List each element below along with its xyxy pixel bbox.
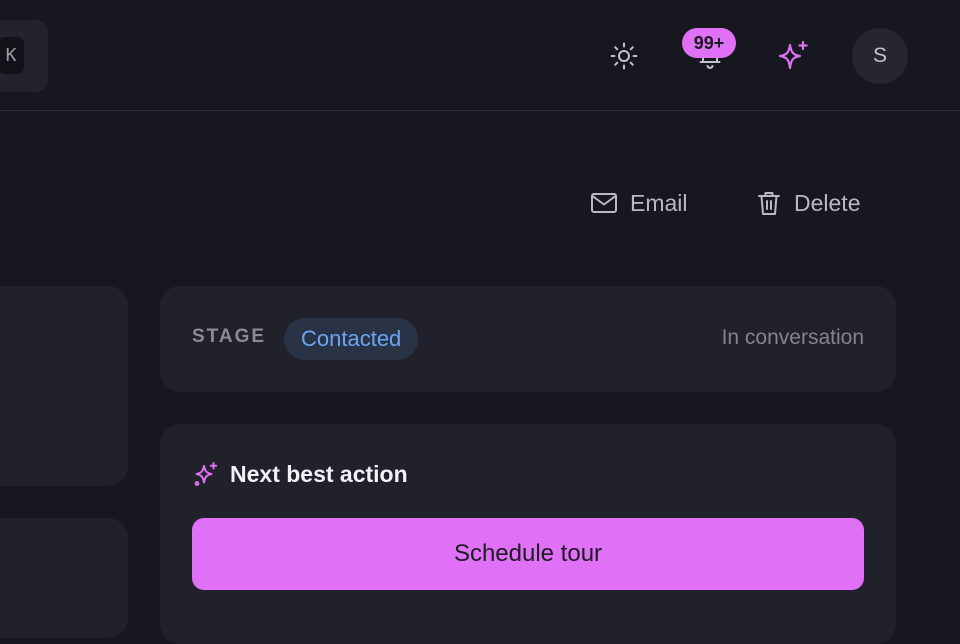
- stage-card: STAGE Contacted In conversation: [160, 286, 896, 392]
- stage-badge[interactable]: Contacted: [284, 318, 419, 360]
- stage-label: STAGE: [192, 326, 267, 347]
- search-shortcut[interactable]: K: [0, 20, 48, 92]
- user-avatar[interactable]: S: [852, 28, 908, 84]
- stage-status: In conversation: [721, 326, 864, 349]
- top-bar: K 99+ S: [0, 0, 960, 111]
- shortcut-key: K: [0, 37, 24, 74]
- next-best-action-card: Next best action Schedule tour: [160, 424, 896, 644]
- ai-assistant-button[interactable]: [772, 35, 814, 77]
- notification-count-badge: 99+: [682, 28, 736, 58]
- side-panel-card: [0, 518, 128, 638]
- sun-icon: [610, 42, 638, 70]
- delete-button[interactable]: Delete: [756, 184, 860, 222]
- delete-label: Delete: [794, 189, 861, 216]
- email-button[interactable]: Email: [590, 184, 688, 222]
- sparkles-icon: [194, 462, 218, 486]
- trash-icon: [758, 192, 780, 215]
- sparkles-icon: [778, 40, 808, 70]
- side-panel-card: [0, 286, 128, 486]
- mail-icon: [591, 193, 617, 213]
- next-best-action-title: Next best action: [230, 460, 408, 487]
- email-label: Email: [630, 189, 688, 216]
- next-best-action-header: Next best action: [192, 460, 408, 488]
- theme-toggle-button[interactable]: [604, 36, 644, 76]
- schedule-tour-button[interactable]: Schedule tour: [192, 518, 864, 590]
